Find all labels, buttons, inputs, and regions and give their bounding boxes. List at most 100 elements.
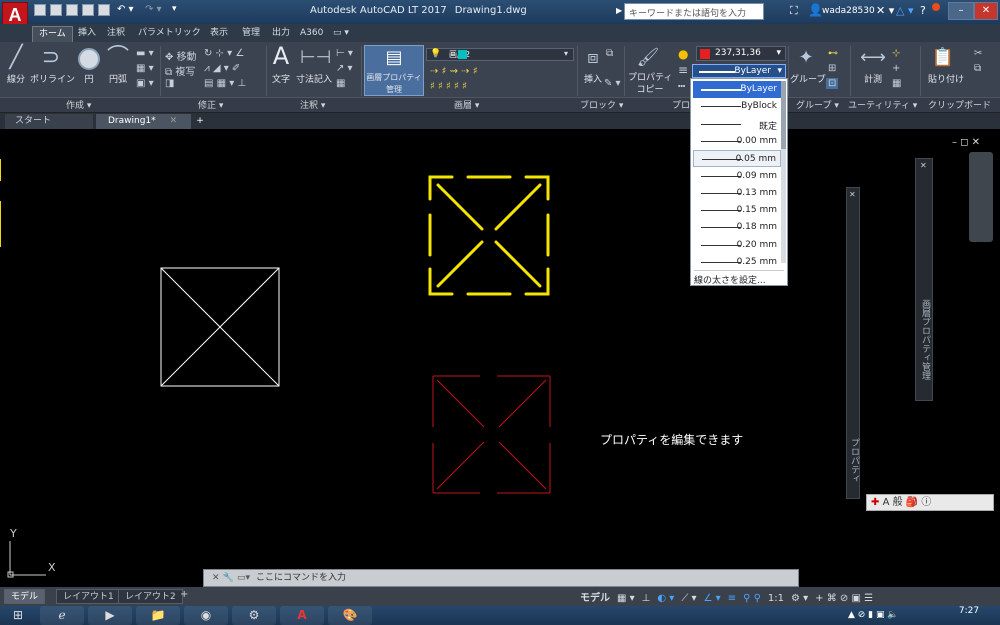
annotation-scale[interactable]: 1:1: [768, 593, 784, 604]
close-button[interactable]: ✕: [974, 2, 998, 20]
minimize-button[interactable]: –: [948, 2, 974, 20]
polyline-button[interactable]: ポリライン: [30, 72, 75, 85]
tab-drawing1[interactable]: Drawing1* ✕: [96, 114, 191, 129]
table-icon[interactable]: ▦: [336, 78, 345, 89]
save-icon[interactable]: [66, 4, 78, 16]
panel-utilities-label[interactable]: ユーティリティ ▾: [848, 98, 917, 111]
tab-layout1[interactable]: レイアウト1: [56, 589, 121, 604]
tab-home[interactable]: ホーム: [32, 26, 73, 42]
lineweight-option[interactable]: 既定: [693, 116, 781, 133]
move-button[interactable]: ✥ 移動: [165, 48, 197, 63]
taskbar-clock[interactable]: 7:27: [944, 606, 994, 616]
user-icon[interactable]: 👤: [808, 3, 823, 17]
lineweight-option[interactable]: 0.15 mm: [693, 202, 781, 219]
lineweight-option[interactable]: 0.05 mm: [693, 150, 781, 168]
layer-properties-palette[interactable]: ✕ 画層プロパティ管理: [915, 158, 933, 401]
polar-icon[interactable]: ◐ ▾: [657, 593, 674, 604]
dimension-button[interactable]: 寸法記入: [296, 72, 332, 85]
white-rectangle-with-x[interactable]: [160, 267, 280, 387]
start-icon[interactable]: ⊞: [2, 606, 34, 625]
paint-icon[interactable]: 🎨: [328, 606, 372, 625]
isodraft-icon[interactable]: ∠ ▾: [704, 593, 721, 604]
panel-draw-label[interactable]: 作成 ▾: [66, 98, 91, 111]
paste-button[interactable]: 貼り付け: [926, 72, 966, 85]
undo-icon[interactable]: ↶ ▾: [117, 4, 134, 15]
tab-output[interactable]: 出力: [272, 26, 290, 42]
rotate-icon[interactable]: ↻ ⊹ ▾ ∠: [204, 48, 244, 59]
edit-block-icon[interactable]: ✎ ▾: [604, 78, 621, 89]
command-line-input[interactable]: ✕ 🔧 ▭▾ ここにコマンドを入力: [203, 569, 799, 587]
media-icon[interactable]: ▶: [88, 606, 132, 625]
autocad-taskbar-icon[interactable]: A: [280, 606, 324, 625]
panel-modify-label[interactable]: 修正 ▾: [198, 98, 223, 111]
utility-icon[interactable]: ⊹: [892, 48, 900, 59]
panel-clipboard-label[interactable]: クリップボード: [928, 98, 991, 111]
new-tab-button[interactable]: +: [193, 114, 207, 129]
dimension-icon[interactable]: ⊢⊣: [300, 46, 331, 70]
yellow-diagonal[interactable]: [494, 183, 542, 231]
lineweight-option[interactable]: 0.00 mm: [693, 133, 781, 150]
search-input[interactable]: キーワードまたは語句を入力: [616, 3, 764, 20]
palette-close-icon[interactable]: ✕: [920, 161, 927, 170]
username[interactable]: wada28530: [822, 6, 875, 16]
group-select-icon[interactable]: ⊡: [826, 78, 839, 89]
group-button[interactable]: グループ: [790, 72, 825, 85]
rectangle-icon[interactable]: ▬ ▾: [136, 48, 154, 59]
red-rectangle-with-x[interactable]: [432, 375, 551, 494]
red-diagonal[interactable]: [498, 441, 547, 490]
new-icon[interactable]: [34, 4, 46, 16]
mirror-icon[interactable]: ⩘ ◢ ▾ ✐: [204, 63, 240, 74]
point-icon[interactable]: +: [892, 63, 900, 74]
tab-parametric[interactable]: パラメトリック: [138, 26, 201, 42]
text-icon[interactable]: A: [270, 44, 292, 68]
tab-model[interactable]: モデル: [4, 589, 46, 604]
group-icon[interactable]: ✦: [794, 46, 818, 70]
grid-icon[interactable]: ▦ ▾: [617, 593, 635, 604]
plot-icon[interactable]: [98, 4, 110, 16]
annotation-visibility-icon[interactable]: ⚲ ⚲: [743, 593, 761, 604]
line-button[interactable]: 線分: [4, 72, 28, 85]
tab-start[interactable]: スタート: [5, 114, 93, 129]
red-diagonal[interactable]: [436, 441, 485, 490]
chrome-icon[interactable]: ◉: [184, 606, 228, 625]
lineweight-dropdown[interactable]: ByLayer ▾: [692, 64, 786, 78]
leader-icon[interactable]: ↗ ▾: [336, 63, 353, 74]
tray-icons[interactable]: ▲ ⊘ ▮ ▣ 🔈: [848, 610, 899, 620]
dropdown-scroll-thumb[interactable]: [781, 81, 786, 149]
hatch-icon[interactable]: ▦ ▾: [136, 63, 154, 74]
panel-groups-label[interactable]: グループ ▾: [796, 98, 839, 111]
arc-button[interactable]: 円弧: [104, 72, 132, 85]
panel-annotation-label[interactable]: 注釈 ▾: [300, 98, 325, 111]
insert-button[interactable]: 挿入: [580, 72, 606, 85]
panel-layers-label[interactable]: 画層 ▾: [454, 98, 479, 111]
ime-toolbar[interactable]: ✚ A 般 🎒 ⓘ: [866, 494, 994, 511]
circle-icon[interactable]: [78, 48, 100, 70]
polyline-icon[interactable]: ⊃: [36, 46, 66, 70]
lineweight-option[interactable]: 0.09 mm: [693, 168, 781, 185]
lineweight-option[interactable]: 0.25 mm: [693, 254, 781, 271]
yellow-diagonal[interactable]: [436, 183, 484, 231]
panel-block-label[interactable]: ブロック ▾: [580, 98, 623, 111]
copy-button[interactable]: ⧉ 複写: [165, 63, 195, 78]
navigation-bar[interactable]: [969, 152, 993, 242]
tab-more-icon[interactable]: ▭ ▾: [333, 26, 349, 42]
properties-palette[interactable]: ✕ プロパティ: [846, 187, 860, 499]
lineweight-option[interactable]: 0.18 mm: [693, 219, 781, 236]
cut-icon[interactable]: ✂: [974, 48, 982, 59]
arc-icon[interactable]: ⌒: [106, 46, 130, 70]
workspace-icon[interactable]: ⚙ ▾: [791, 593, 808, 604]
qat-customize-icon[interactable]: ▾: [172, 4, 177, 14]
lineweight-option[interactable]: 0.20 mm: [693, 237, 781, 254]
tab-insert[interactable]: 挿入: [78, 26, 96, 42]
yellow-rectangle-with-x[interactable]: [428, 175, 550, 296]
tab-annotate[interactable]: 注釈: [107, 26, 125, 42]
red-diagonal[interactable]: [436, 379, 485, 428]
yellow-diagonal[interactable]: [494, 240, 542, 288]
group-edit-icon[interactable]: ⊞: [828, 63, 836, 74]
lineweight-toggle-icon[interactable]: ≡: [728, 593, 736, 604]
array-icon[interactable]: ▤ ▦ ▾ ⊥: [204, 78, 246, 89]
add-layout-icon[interactable]: +: [180, 589, 188, 600]
tab-a360[interactable]: A360: [300, 26, 323, 42]
layer-tools-row2-icon[interactable]: ♯ ♯ ♯ ♯ ♯: [430, 81, 467, 92]
lineweight-option[interactable]: ByLayer: [693, 81, 781, 98]
